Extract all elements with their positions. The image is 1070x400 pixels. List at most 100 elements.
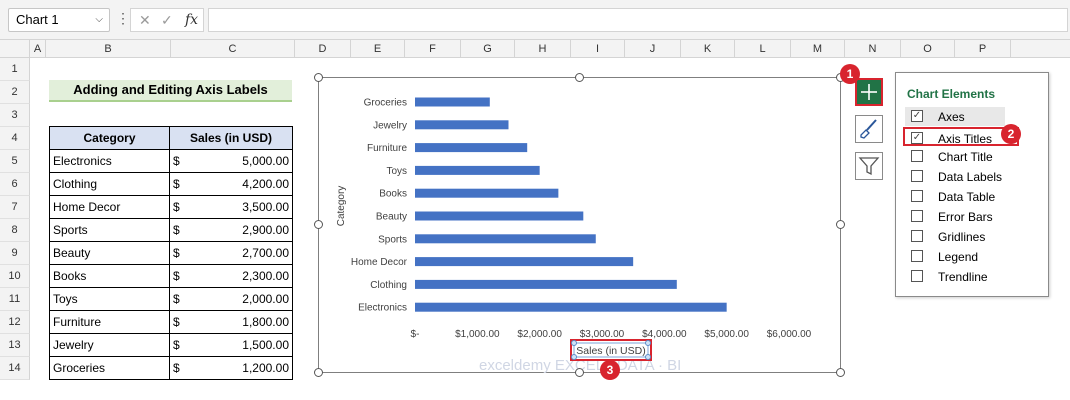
category-cell[interactable]: Sports: [49, 218, 170, 242]
column-header[interactable]: B: [46, 40, 171, 58]
checkbox[interactable]: ✓: [911, 132, 923, 144]
sales-cell[interactable]: 4,200.00: [199, 172, 293, 196]
column-header[interactable]: I: [571, 40, 625, 58]
bar-beauty[interactable]: [415, 211, 584, 221]
column-header[interactable]: H: [515, 40, 571, 58]
resize-handle[interactable]: [314, 368, 323, 377]
chart-element-data-table[interactable]: Data Table: [905, 187, 1005, 206]
x-axis-title[interactable]: Sales (in USD): [576, 345, 645, 357]
checkbox[interactable]: [911, 150, 923, 162]
resize-handle[interactable]: [314, 73, 323, 82]
x-axis-title-handle[interactable]: [645, 340, 651, 346]
insert-function-icon[interactable]: fx: [185, 9, 198, 31]
row-header[interactable]: 2: [0, 81, 30, 104]
chart-element-axes[interactable]: ✓ Axes: [905, 107, 1005, 126]
row-header[interactable]: 4: [0, 127, 30, 150]
chart-element-legend[interactable]: Legend: [905, 247, 1005, 266]
enter-icon[interactable]: ✓: [161, 9, 173, 31]
sales-cell[interactable]: 2,900.00: [199, 218, 293, 242]
currency-cell[interactable]: $: [169, 356, 200, 380]
column-header[interactable]: C: [171, 40, 295, 58]
row-header[interactable]: 11: [0, 288, 30, 311]
chart-filters-button[interactable]: [855, 152, 883, 180]
sales-cell[interactable]: 2,700.00: [199, 241, 293, 265]
category-cell[interactable]: Furniture: [49, 310, 170, 334]
resize-handle[interactable]: [836, 220, 845, 229]
sales-cell[interactable]: 1,200.00: [199, 356, 293, 380]
column-header[interactable]: G: [461, 40, 515, 58]
bar-furniture[interactable]: [415, 143, 528, 153]
row-header[interactable]: 12: [0, 311, 30, 334]
category-cell[interactable]: Groceries: [49, 356, 170, 380]
chart-area[interactable]: Electronics Clothing Home Decor Sports Beaut…: [318, 77, 841, 374]
more-options-icon[interactable]: ⋮: [116, 10, 130, 27]
chevron-down-icon[interactable]: ⌵: [95, 9, 103, 31]
bar-jewelry[interactable]: [415, 120, 509, 130]
category-cell[interactable]: Books: [49, 264, 170, 288]
chart-element-chart-title[interactable]: Chart Title: [905, 147, 1005, 166]
category-cell[interactable]: Toys: [49, 287, 170, 311]
sales-cell[interactable]: 3,500.00: [199, 195, 293, 219]
resize-handle[interactable]: [575, 368, 584, 377]
name-box[interactable]: Chart 1 ⌵: [8, 8, 110, 32]
column-header[interactable]: A: [30, 40, 46, 58]
currency-cell[interactable]: $: [169, 287, 200, 311]
header-sales[interactable]: Sales (in USD): [169, 126, 293, 150]
bar-books[interactable]: [415, 188, 559, 198]
x-axis-title-handle[interactable]: [645, 354, 651, 360]
checkbox[interactable]: [911, 270, 923, 282]
chart-elements-button[interactable]: [855, 78, 883, 106]
column-header[interactable]: P: [955, 40, 1011, 58]
row-header[interactable]: 13: [0, 334, 30, 357]
chart-element-gridlines[interactable]: Gridlines: [905, 227, 1005, 246]
currency-cell[interactable]: $: [169, 195, 200, 219]
chart-styles-button[interactable]: [855, 115, 883, 143]
bar-electronics[interactable]: [415, 302, 727, 312]
category-cell[interactable]: Clothing: [49, 172, 170, 196]
column-header[interactable]: J: [625, 40, 681, 58]
column-header[interactable]: L: [735, 40, 791, 58]
category-cell[interactable]: Electronics: [49, 149, 170, 173]
column-header[interactable]: E: [351, 40, 405, 58]
currency-cell[interactable]: $: [169, 172, 200, 196]
checkbox[interactable]: ✓: [911, 110, 923, 122]
bar-toys[interactable]: [415, 165, 540, 175]
row-header[interactable]: 9: [0, 242, 30, 265]
category-cell[interactable]: Beauty: [49, 241, 170, 265]
sales-cell[interactable]: 5,000.00: [199, 149, 293, 173]
checkbox[interactable]: [911, 210, 923, 222]
column-header[interactable]: M: [791, 40, 845, 58]
column-header[interactable]: K: [681, 40, 735, 58]
column-header[interactable]: D: [295, 40, 351, 58]
bar-sports[interactable]: [415, 234, 596, 244]
currency-cell[interactable]: $: [169, 218, 200, 242]
select-all-corner[interactable]: [0, 40, 30, 58]
checkbox[interactable]: [911, 250, 923, 262]
row-header[interactable]: 3: [0, 104, 30, 127]
row-header[interactable]: 10: [0, 265, 30, 288]
y-axis-title[interactable]: Category: [336, 186, 347, 227]
sheet-title[interactable]: Adding and Editing Axis Labels: [49, 80, 292, 102]
row-header[interactable]: 5: [0, 150, 30, 173]
category-cell[interactable]: Home Decor: [49, 195, 170, 219]
column-header[interactable]: F: [405, 40, 461, 58]
checkbox[interactable]: [911, 230, 923, 242]
chart-element-data-labels[interactable]: Data Labels: [905, 167, 1005, 186]
checkbox[interactable]: [911, 190, 923, 202]
resize-handle[interactable]: [314, 220, 323, 229]
row-header[interactable]: 8: [0, 219, 30, 242]
sales-cell[interactable]: 2,300.00: [199, 264, 293, 288]
column-header[interactable]: O: [901, 40, 955, 58]
resize-handle[interactable]: [836, 368, 845, 377]
sales-cell[interactable]: 2,000.00: [199, 287, 293, 311]
currency-cell[interactable]: $: [169, 149, 200, 173]
row-header[interactable]: 14: [0, 357, 30, 380]
category-cell[interactable]: Jewelry: [49, 333, 170, 357]
currency-cell[interactable]: $: [169, 241, 200, 265]
chart-element-error-bars[interactable]: Error Bars: [905, 207, 1005, 226]
header-category[interactable]: Category: [49, 126, 170, 150]
column-header[interactable]: N: [845, 40, 901, 58]
currency-cell[interactable]: $: [169, 333, 200, 357]
sales-cell[interactable]: 1,500.00: [199, 333, 293, 357]
checkbox[interactable]: [911, 170, 923, 182]
